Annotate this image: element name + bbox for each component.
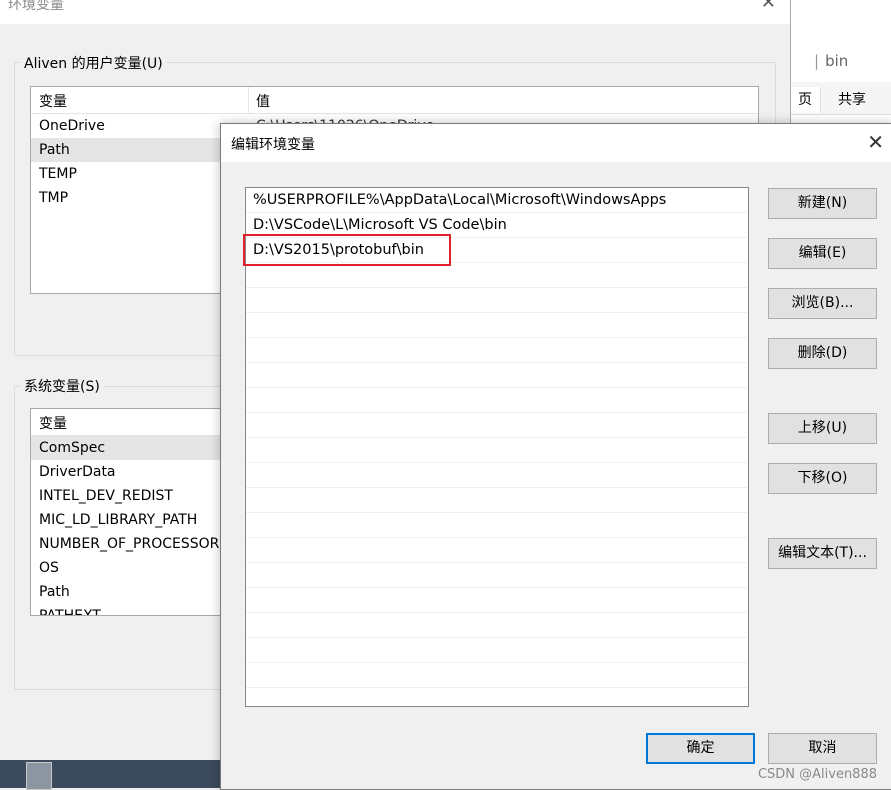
empty-row[interactable] <box>246 438 748 463</box>
watermark: CSDN @Aliven888 <box>757 767 877 782</box>
tab-page[interactable]: 页 <box>790 87 821 113</box>
breadcrumb-label: bin <box>825 52 849 70</box>
empty-row[interactable] <box>246 388 748 413</box>
close-icon[interactable]: ✕ <box>867 130 884 154</box>
edit-button[interactable]: 编辑(E) <box>768 238 877 269</box>
empty-row[interactable] <box>246 413 748 438</box>
empty-row[interactable] <box>246 313 748 338</box>
delete-button[interactable]: 删除(D) <box>768 338 877 369</box>
close-icon[interactable]: ✕ <box>761 0 776 13</box>
variable-name: TEMP <box>39 166 77 182</box>
env-window-title: 环境变量 <box>8 0 64 13</box>
edit-text-button[interactable]: 编辑文本(T)... <box>768 538 877 569</box>
header-value[interactable]: 值 <box>256 91 270 111</box>
empty-row[interactable] <box>246 263 748 288</box>
ribbon-tabs: 页 共享 <box>790 82 891 115</box>
new-button[interactable]: 新建(N) <box>768 188 877 219</box>
empty-row[interactable] <box>246 338 748 363</box>
user-list-header: 变量 值 <box>31 87 758 114</box>
empty-row[interactable] <box>246 663 748 688</box>
highlight-annotation <box>243 234 451 266</box>
browse-button[interactable]: 浏览(B)... <box>768 288 877 319</box>
empty-row[interactable] <box>246 513 748 538</box>
edit-env-dialog: 编辑环境变量 ✕ %USERPROFILE%\AppData\Local\Mic… <box>220 123 891 790</box>
dialog-titlebar: 编辑环境变量 ✕ <box>221 124 891 162</box>
move-down-button[interactable]: 下移(O) <box>768 463 877 494</box>
header-variable[interactable]: 变量 <box>39 413 67 433</box>
variable-name: Path <box>39 142 70 158</box>
user-variables-title: Aliven 的用户变量(U) <box>20 53 167 73</box>
breadcrumb: | bin <box>814 52 849 70</box>
empty-row[interactable] <box>246 363 748 388</box>
header-variable[interactable]: 变量 <box>39 91 67 111</box>
empty-row[interactable] <box>246 463 748 488</box>
list-item[interactable]: %USERPROFILE%\AppData\Local\Microsoft\Wi… <box>246 188 748 213</box>
dialog-title: 编辑环境变量 <box>231 137 315 153</box>
taskbar-thumbnail[interactable] <box>26 762 52 790</box>
empty-row[interactable] <box>246 638 748 663</box>
column-divider[interactable] <box>248 87 249 113</box>
tab-share[interactable]: 共享 <box>838 87 866 113</box>
empty-row[interactable] <box>246 488 748 513</box>
move-up-button[interactable]: 上移(U) <box>768 413 877 444</box>
empty-row[interactable] <box>246 288 748 313</box>
empty-row[interactable] <box>246 613 748 638</box>
empty-row[interactable] <box>246 563 748 588</box>
cancel-button[interactable]: 取消 <box>768 733 877 764</box>
ok-button[interactable]: 确定 <box>646 733 755 764</box>
empty-row[interactable] <box>246 538 748 563</box>
system-variables-title: 系统变量(S) <box>20 376 104 396</box>
empty-row[interactable] <box>246 588 748 613</box>
empty-row[interactable] <box>246 688 748 706</box>
variable-name: TMP <box>39 190 69 206</box>
variable-name: OneDrive <box>39 118 105 134</box>
env-titlebar: 环境变量 ✕ <box>0 0 790 24</box>
